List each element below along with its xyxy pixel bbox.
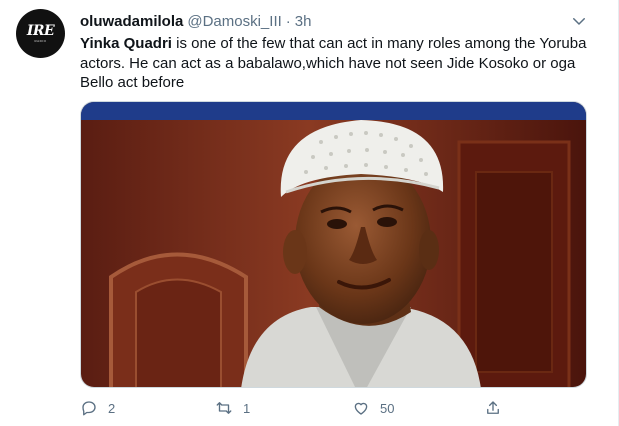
retweet-button[interactable]: 1 <box>215 396 250 420</box>
author-name[interactable]: oluwadamilola <box>80 13 183 30</box>
tweet-timestamp[interactable]: 3h <box>295 13 312 30</box>
share-icon <box>487 401 499 414</box>
avatar-logo-subtext: RADIO <box>34 39 47 43</box>
retweet-icon <box>216 402 232 414</box>
tweet-photo[interactable] <box>80 101 587 388</box>
retweet-count: 1 <box>243 400 251 416</box>
tweet-header: oluwadamilola @Damoski_III · 3h <box>80 11 311 31</box>
like-button[interactable]: 50 <box>352 396 394 420</box>
avatar[interactable]: IRE RADIO <box>16 9 65 58</box>
avatar-logo: IRE <box>26 23 55 39</box>
chevron-down-icon[interactable] <box>570 12 588 30</box>
tweet-actions: 2 1 50 <box>80 396 580 420</box>
separator-dot: · <box>285 12 291 30</box>
tweet-text: Yinka Quadri is one of the few that can … <box>80 34 600 93</box>
reply-button[interactable]: 2 <box>80 396 115 420</box>
tweet-card[interactable]: IRE RADIO oluwadamilola @Damoski_III · 3… <box>0 0 619 426</box>
reply-icon <box>82 401 96 416</box>
share-button[interactable] <box>484 396 512 420</box>
heart-icon <box>354 402 368 415</box>
author-handle[interactable]: @Damoski_III <box>187 13 281 30</box>
like-count: 50 <box>380 400 395 416</box>
reply-count: 2 <box>108 400 116 416</box>
mention-name: Yinka Quadri <box>80 35 172 52</box>
